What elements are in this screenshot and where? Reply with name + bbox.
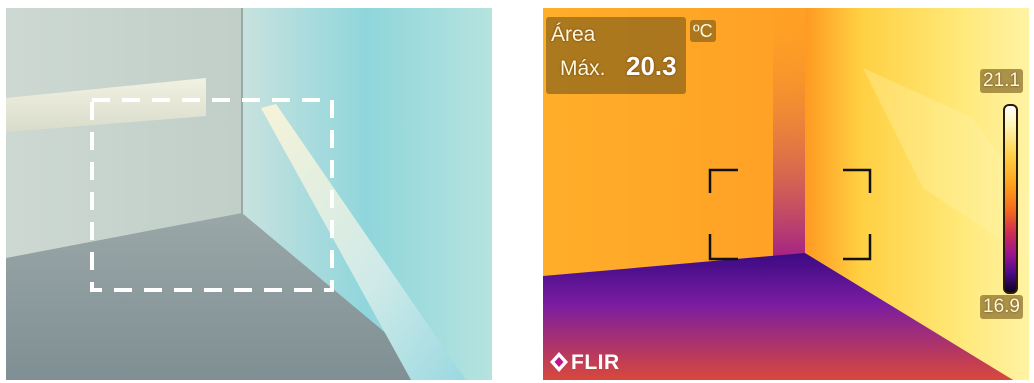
comparison-stage: Área Máx. 20.3 ºC 21.1 16.9 FLIR: [0, 0, 1034, 383]
visible-photo: [6, 8, 492, 380]
temperature-unit: ºC: [690, 20, 716, 42]
thermal-cold-corner: [773, 8, 805, 258]
scale-max-value: 21.1: [980, 69, 1023, 93]
max-temperature-value: 20.3: [626, 51, 677, 81]
thermal-image: Área Máx. 20.3 ºC 21.1 16.9 FLIR: [543, 8, 1029, 380]
visible-photo-scene: [6, 8, 492, 380]
flir-wordmark: FLIR: [571, 350, 620, 374]
flir-logo: FLIR: [549, 350, 620, 374]
flir-diamond-icon: [550, 352, 568, 372]
temperature-color-bar: [1003, 104, 1018, 294]
scale-min-value: 16.9: [980, 295, 1023, 319]
max-temperature-label: Máx.: [560, 57, 606, 80]
measurement-area-label: Área: [551, 23, 596, 46]
